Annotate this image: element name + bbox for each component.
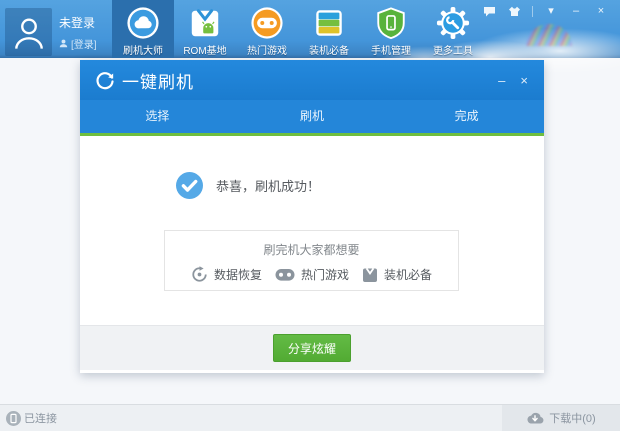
skin-button[interactable] <box>507 5 521 17</box>
titlebar: 未登录 [登录] <box>0 0 620 58</box>
share-button[interactable]: 分享炫耀 <box>273 334 351 362</box>
divider <box>532 6 533 17</box>
nav-label: 热门游戏 <box>247 42 287 57</box>
suggestions-box: 刷完机大家都想要 数据恢复 <box>164 230 459 291</box>
nav-label: 装机必备 <box>309 42 349 57</box>
link-data-recovery[interactable]: 数据恢复 <box>191 266 262 283</box>
feedback-button[interactable] <box>482 5 496 17</box>
connection-text: 已连接 <box>24 410 57 426</box>
user-box: 未登录 [登录] <box>5 8 97 56</box>
stripes-icon <box>312 6 346 40</box>
phone-circle-icon <box>6 411 21 426</box>
nav-item-hot-games[interactable]: 热门游戏 <box>236 0 298 58</box>
minimize-button[interactable]: – <box>569 5 583 17</box>
person-small-icon <box>59 39 68 48</box>
dialog-body: 恭喜，刷机成功！ 刷完机大家都想要 数据恢复 <box>80 136 544 325</box>
gamepad-icon <box>275 268 295 282</box>
gear-wrench-icon <box>436 6 470 40</box>
statusbar: 已连接 下载中(0) <box>0 404 620 431</box>
nav-label: 更多工具 <box>433 42 473 57</box>
dialog-title: 一键刷机 <box>122 68 194 93</box>
nav-item-flash-master[interactable]: 刷机大师 <box>112 0 174 58</box>
download-status[interactable]: 下载中(0) <box>502 405 620 431</box>
tab-select[interactable]: 选择 <box>80 100 235 133</box>
suggest-label: 数据恢复 <box>214 266 262 283</box>
dialog-footer: 分享炫耀 <box>80 325 544 370</box>
refresh-icon <box>95 70 115 90</box>
connection-status: 已连接 <box>0 410 57 426</box>
nav-item-essential-apps[interactable]: 装机必备 <box>298 0 360 58</box>
nav-item-more-tools[interactable]: 更多工具 <box>422 0 484 58</box>
window-controls: ▾ – × <box>482 5 608 17</box>
link-hot-games[interactable]: 热门游戏 <box>275 266 349 283</box>
dialog-header: 一键刷机 – × <box>80 60 544 100</box>
speech-bubble-icon <box>483 6 496 17</box>
shield-phone-icon <box>374 6 408 40</box>
suggest-label: 热门游戏 <box>301 266 349 283</box>
download-text: 下载中(0) <box>549 410 595 426</box>
nav-label: ROM基地 <box>183 42 226 57</box>
user-meta: 未登录 [登录] <box>59 8 97 56</box>
bag-icon <box>362 267 378 283</box>
success-message: 恭喜，刷机成功！ <box>216 176 320 195</box>
tab-finish[interactable]: 完成 <box>389 100 544 133</box>
dialog-close-button[interactable]: × <box>520 74 528 87</box>
tshirt-icon <box>508 6 521 17</box>
one-key-flash-dialog: 一键刷机 – × 选择 刷机 完成 恭喜，刷机成功！ <box>80 60 544 373</box>
login-link[interactable]: [登录] <box>71 36 97 51</box>
rom-bag-icon <box>188 6 222 40</box>
nav-label: 手机管理 <box>371 42 411 57</box>
avatar[interactable] <box>5 8 52 56</box>
tab-flash[interactable]: 刷机 <box>235 100 390 133</box>
gamepad-circle-icon <box>250 6 284 40</box>
check-circle-icon <box>176 172 203 199</box>
app-window: 未登录 [登录] <box>0 0 620 431</box>
close-button[interactable]: × <box>594 5 608 17</box>
nav-item-rom-base[interactable]: ROM基地 <box>174 0 236 58</box>
cloud-icon <box>126 6 160 40</box>
nav-item-phone-manager[interactable]: 手机管理 <box>360 0 422 58</box>
rainbow-decoration <box>526 24 572 46</box>
success-row: 恭喜，刷机成功！ <box>176 172 320 199</box>
step-tabs: 选择 刷机 完成 <box>80 100 544 136</box>
main-nav: 刷机大师 ROM基地 <box>112 0 484 58</box>
restore-icon <box>191 266 208 283</box>
person-icon <box>10 12 48 52</box>
user-name: 未登录 <box>59 14 97 31</box>
menu-dropdown-button[interactable]: ▾ <box>544 5 558 17</box>
suggestions-title: 刷完机大家都想要 <box>165 241 458 258</box>
cloud-download-icon <box>526 412 544 424</box>
suggest-label: 装机必备 <box>384 266 432 283</box>
link-essential-apps[interactable]: 装机必备 <box>362 266 432 283</box>
dialog-minimize-button[interactable]: – <box>498 74 505 87</box>
nav-label: 刷机大师 <box>123 42 163 57</box>
